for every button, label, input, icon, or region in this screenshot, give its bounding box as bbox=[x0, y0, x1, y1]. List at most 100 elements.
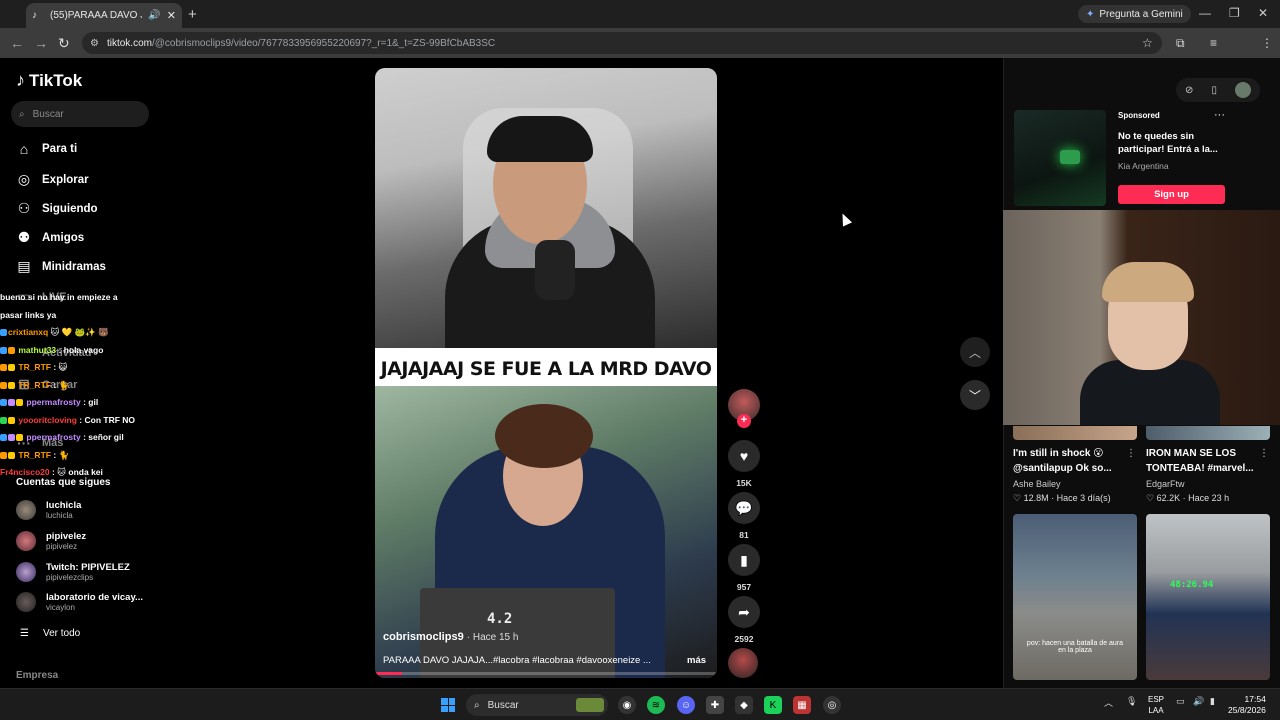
video-description: PARAAA DAVO JAJAJA...#lacobra #lacobraa … bbox=[383, 655, 651, 666]
ver-todo-link[interactable]: ☰ Ver todo bbox=[20, 628, 80, 639]
close-tab-icon[interactable]: ✕ bbox=[167, 9, 176, 22]
chat-line: ppermafrosty : gil bbox=[0, 394, 210, 412]
minimize-icon[interactable]: — bbox=[1199, 6, 1211, 20]
tiktok-search-input[interactable]: ⌕ Buscar bbox=[11, 101, 149, 127]
like-button[interactable]: ♥ 15K bbox=[728, 440, 760, 488]
nav-explorar[interactable]: ◎ Explorar bbox=[16, 171, 89, 188]
share-button[interactable]: ➦ 2592 bbox=[728, 596, 760, 644]
card-title[interactable]: IRON MAN SE LOS TONTEABA! #marvel... bbox=[1146, 446, 1264, 476]
site-settings-icon[interactable]: ⚙ bbox=[90, 38, 99, 49]
battery-icon[interactable]: ▮ bbox=[1210, 696, 1215, 707]
thumbnail-caption: pov: hacen una batalla de aura en la pla… bbox=[1026, 640, 1124, 654]
ad-brand: Kia Argentina bbox=[1118, 161, 1169, 171]
avatar bbox=[16, 531, 36, 551]
spotify-icon[interactable]: ≋ bbox=[647, 696, 665, 714]
back-icon[interactable]: ← bbox=[10, 35, 24, 51]
like-count: 15K bbox=[736, 478, 752, 488]
tiktok-favicon-icon: ♪ bbox=[32, 9, 37, 21]
compass-icon[interactable]: ⊘ bbox=[1185, 85, 1193, 96]
nav-label: Para ti bbox=[42, 143, 78, 155]
card-more-icon[interactable]: ⋮ bbox=[1259, 448, 1269, 459]
speaker-icon[interactable]: 🔊 bbox=[148, 10, 160, 21]
bookmark-star-icon[interactable]: ☆ bbox=[1142, 36, 1153, 50]
signup-button[interactable]: Sign up bbox=[1118, 185, 1225, 204]
follow-plus-icon[interactable]: + bbox=[737, 414, 751, 428]
save-button[interactable]: ▮ 957 bbox=[728, 544, 760, 592]
card-author[interactable]: Ashe Bailey bbox=[1013, 479, 1061, 489]
nav-minidramas[interactable]: ▤ Minidramas bbox=[16, 258, 106, 275]
music-disc-icon[interactable] bbox=[728, 648, 758, 678]
tray-chevron-icon[interactable]: ︿ bbox=[1104, 696, 1113, 709]
card-title[interactable]: I'm still in shock 😮 @santilapup Ok so..… bbox=[1013, 446, 1131, 476]
video-author[interactable]: cobrismoclips9 · Hace 15 h bbox=[383, 631, 518, 643]
chat-badge bbox=[0, 346, 7, 354]
video-player[interactable]: JAJAJAAJ SE FUE A LA MRD DAVO 4.2 cobris… bbox=[375, 68, 717, 678]
account-item[interactable]: Twitch: PIPIVELEZ pipivelezclips bbox=[16, 562, 130, 582]
card-meta: ♡ 62.2K · Hace 23 h bbox=[1146, 493, 1230, 503]
laptop-label: 4.2 bbox=[487, 611, 513, 627]
obs-icon[interactable]: ◉ bbox=[618, 696, 636, 714]
reload-icon[interactable]: ↻ bbox=[58, 35, 70, 52]
search-icon: ⌕ bbox=[474, 699, 480, 711]
ad-title[interactable]: No te quedes sin participar! Entrá a la.… bbox=[1118, 130, 1233, 156]
account-item[interactable]: pipivelez pipivelez bbox=[16, 531, 86, 551]
restore-icon[interactable]: ❐ bbox=[1229, 6, 1240, 20]
account-item[interactable]: laboratorio de vicay... vicaylon bbox=[16, 592, 143, 612]
video-thumbnail[interactable]: 48:26.94 bbox=[1146, 514, 1270, 680]
chat-line: bueno si no hay in empieze a bbox=[0, 292, 118, 302]
video-thumbnail[interactable]: pov: hacen una batalla de aura en la pla… bbox=[1013, 514, 1137, 680]
account-item[interactable]: luchicla luchicla bbox=[16, 500, 81, 520]
video-frame-top bbox=[375, 68, 717, 358]
media-control-icon[interactable]: ≡ bbox=[1210, 36, 1217, 50]
tiktok-wordmark: TikTok bbox=[29, 70, 83, 90]
phone-icon[interactable]: ▯ bbox=[1211, 85, 1217, 96]
browser-tab[interactable]: ♪ (55)PARAAA DAVO JAJAJA 🔊 ✕ bbox=[26, 3, 182, 28]
heart-icon: ♥ bbox=[728, 440, 760, 472]
chrome-icon[interactable]: ◎ bbox=[823, 696, 841, 714]
card-author[interactable]: EdgarFtw bbox=[1146, 479, 1185, 489]
app-icon[interactable]: ✚ bbox=[706, 696, 724, 714]
discord-icon[interactable]: ☺ bbox=[677, 696, 695, 714]
volume-icon[interactable]: 🔊 bbox=[1193, 696, 1204, 707]
video-thumbnail[interactable] bbox=[1013, 426, 1137, 440]
video-progress-bar[interactable] bbox=[375, 672, 717, 675]
url-field[interactable]: ⚙ tiktok.com /@cobrismoclips9/video/7677… bbox=[82, 32, 1162, 54]
app-icon[interactable]: ◆ bbox=[735, 696, 753, 714]
nav-siguiendo[interactable]: ⚇ Siguiendo bbox=[16, 200, 98, 217]
forward-icon[interactable]: → bbox=[34, 35, 48, 51]
nav-amigos[interactable]: ⚉ Amigos bbox=[16, 229, 84, 246]
video-thumbnail[interactable] bbox=[1146, 426, 1270, 440]
browser-tab-bar: ♪ (55)PARAAA DAVO JAJAJA 🔊 ✕ + ✦ Pregunt… bbox=[0, 0, 1280, 28]
empresa-link[interactable]: Empresa bbox=[16, 670, 58, 681]
film-icon: ▤ bbox=[17, 258, 31, 274]
nav-label: Siguiendo bbox=[42, 202, 98, 215]
network-icon[interactable]: ▭ bbox=[1176, 696, 1185, 707]
comment-button[interactable]: 💬 81 bbox=[728, 492, 760, 540]
tab-title: (55)PARAAA DAVO JAJAJA bbox=[50, 10, 142, 21]
ad-more-icon[interactable]: ··· bbox=[1214, 109, 1225, 121]
taskbar-search[interactable]: ⌕ Buscar bbox=[466, 694, 608, 716]
more-link[interactable]: más bbox=[687, 655, 706, 666]
scroll-up-button[interactable]: ︿ bbox=[960, 337, 990, 367]
kick-icon[interactable]: K bbox=[764, 696, 782, 714]
gemini-button[interactable]: ✦ Pregunta a Gemini bbox=[1078, 5, 1191, 23]
microphone-icon[interactable]: 🎙 bbox=[1126, 696, 1137, 707]
clock[interactable]: 17:54 25/8/2026 bbox=[1228, 694, 1266, 716]
chat-line: crixtianxq 🐱 💛 🐸✨ 🐻 bbox=[0, 324, 210, 342]
app-icon[interactable]: ▦ bbox=[793, 696, 811, 714]
card-more-icon[interactable]: ⋮ bbox=[1126, 448, 1136, 459]
tiktok-logo[interactable]: ♪ TikTok bbox=[16, 70, 82, 91]
search-highlight-icon bbox=[576, 698, 604, 712]
close-window-icon[interactable]: ✕ bbox=[1258, 6, 1268, 20]
chat-line: pasar links ya bbox=[0, 309, 57, 320]
language-indicator[interactable]: ESP LAA bbox=[1148, 694, 1164, 716]
chat-badge bbox=[0, 451, 7, 459]
nav-para-ti[interactable]: ⌂ Para ti bbox=[16, 141, 77, 157]
user-avatar[interactable] bbox=[1234, 82, 1251, 98]
scroll-down-button[interactable]: ﹀ bbox=[960, 380, 990, 410]
browser-menu-icon[interactable]: ⋮ bbox=[1261, 36, 1273, 50]
new-tab-icon[interactable]: + bbox=[188, 6, 197, 23]
extensions-icon[interactable]: ⧉ bbox=[1176, 36, 1185, 51]
windows-start-icon[interactable] bbox=[441, 698, 455, 712]
chat-badge bbox=[0, 329, 7, 336]
